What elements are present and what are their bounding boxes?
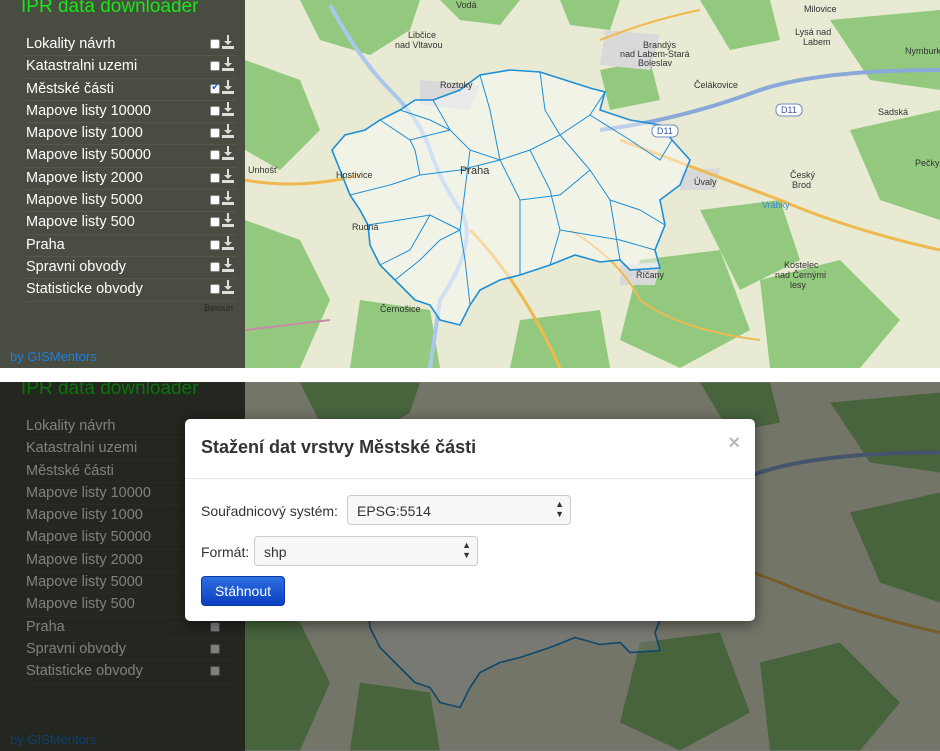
layer-item: Praha bbox=[26, 235, 236, 257]
select-arrows-icon: ▲ ▼ bbox=[462, 540, 471, 560]
svg-text:Hostivice: Hostivice bbox=[336, 170, 373, 180]
select-arrows-icon: ▲ ▼ bbox=[555, 499, 564, 519]
layer-label: Městské části bbox=[26, 80, 114, 97]
format-select-value: shp bbox=[264, 544, 287, 560]
download-icon[interactable] bbox=[222, 257, 234, 272]
layer-item: Mapove listy 2000 bbox=[26, 168, 236, 191]
layer-label: Mapove listy 1000 bbox=[26, 125, 143, 142]
download-icon[interactable] bbox=[222, 235, 234, 250]
layer-checkbox[interactable] bbox=[210, 195, 220, 206]
svg-text:Rudná: Rudná bbox=[352, 222, 379, 232]
credit-link[interactable]: by GISMentors bbox=[10, 349, 97, 364]
svg-text:Praha: Praha bbox=[460, 165, 490, 177]
layer-checkbox[interactable] bbox=[210, 150, 220, 161]
layer-label: Mapove listy 500 bbox=[26, 214, 135, 231]
svg-text:Vrábky: Vrábky bbox=[762, 200, 790, 210]
svg-text:Kostelec: Kostelec bbox=[784, 260, 819, 270]
svg-text:Unhošť: Unhošť bbox=[248, 165, 278, 175]
layer-label: Mapove listy 10000 bbox=[26, 102, 151, 119]
modal-title: Stažení dat vrstvy Městské části bbox=[201, 437, 477, 457]
layer-label: Katastralni uzemi bbox=[26, 58, 138, 75]
download-icon[interactable] bbox=[222, 35, 234, 49]
svg-text:Boleslav: Boleslav bbox=[638, 58, 673, 68]
modal-header: Stažení dat vrstvy Městské části × bbox=[185, 419, 755, 479]
layer-label: Lokality návrh bbox=[26, 36, 116, 52]
layer-checkbox[interactable] bbox=[210, 172, 220, 183]
layer-label: Spravni obvody bbox=[26, 258, 126, 275]
layer-item: Mapove listy 5000 bbox=[26, 190, 236, 213]
layer-checkbox[interactable] bbox=[210, 128, 220, 139]
svg-text:Labem: Labem bbox=[803, 37, 831, 47]
svg-text:lesy: lesy bbox=[790, 280, 807, 290]
layer-list: Lokality návrh Katastralni uzemi Městské… bbox=[26, 34, 236, 302]
layer-item: Katastralni uzemi bbox=[26, 56, 236, 79]
svg-text:Milovice: Milovice bbox=[804, 4, 837, 14]
layer-checkbox[interactable] bbox=[210, 39, 220, 49]
svg-text:Roztoky: Roztoky bbox=[440, 80, 473, 90]
svg-text:Lysá nad: Lysá nad bbox=[795, 27, 831, 37]
crs-select[interactable]: EPSG:5514 ▲ ▼ bbox=[347, 495, 571, 525]
svg-text:nad Vltavou: nad Vltavou bbox=[395, 40, 443, 50]
crs-label: Souřadnicový systém: bbox=[201, 503, 338, 519]
format-label: Formát: bbox=[201, 544, 250, 560]
svg-text:Černošice: Černošice bbox=[380, 304, 421, 314]
svg-text:Sadská: Sadská bbox=[878, 107, 908, 117]
svg-text:Český: Český bbox=[790, 170, 816, 180]
layer-item: Statisticke obvody bbox=[26, 279, 236, 302]
download-icon[interactable] bbox=[222, 101, 234, 116]
layer-item: Mapove listy 10000 bbox=[26, 101, 236, 124]
svg-text:Čelákovice: Čelákovice bbox=[694, 80, 738, 90]
svg-text:Úvaly: Úvaly bbox=[694, 177, 717, 187]
layer-label: Mapove listy 2000 bbox=[26, 169, 143, 186]
download-icon[interactable] bbox=[222, 79, 234, 94]
layer-item: Městské části bbox=[26, 79, 236, 101]
svg-text:Říčany: Říčany bbox=[636, 270, 665, 280]
layer-item: Mapove listy 50000 bbox=[26, 145, 236, 168]
layer-checkbox[interactable] bbox=[210, 261, 220, 272]
layer-checkbox[interactable] bbox=[210, 217, 220, 228]
svg-text:Vodá: Vodá bbox=[456, 0, 477, 10]
download-dialog-view: IPR data downloader Lokality návrh Katas… bbox=[0, 382, 940, 751]
svg-text:D11: D11 bbox=[657, 126, 673, 136]
layer-item: Mapove listy 1000 bbox=[26, 123, 236, 146]
layer-checkbox[interactable] bbox=[210, 61, 220, 72]
download-modal: Stažení dat vrstvy Městské části × Souřa… bbox=[185, 419, 755, 621]
download-icon[interactable] bbox=[222, 168, 234, 183]
layer-checkbox[interactable] bbox=[210, 284, 220, 295]
layer-checkbox[interactable] bbox=[210, 80, 220, 94]
svg-text:Nymburk: Nymburk bbox=[905, 46, 940, 56]
layer-label: Praha bbox=[26, 236, 65, 253]
svg-text:D11: D11 bbox=[781, 105, 797, 115]
sidebar: IPR data downloader Lokality návrh Katas… bbox=[0, 0, 245, 368]
download-icon[interactable] bbox=[222, 280, 234, 295]
frame-divider bbox=[0, 368, 940, 382]
layer-checkbox[interactable] bbox=[210, 239, 220, 250]
layer-label: Mapove listy 5000 bbox=[26, 192, 143, 209]
svg-text:Libčice: Libčice bbox=[408, 30, 436, 40]
layer-item: Lokality návrh bbox=[26, 34, 236, 57]
download-button[interactable]: Stáhnout bbox=[201, 576, 285, 606]
download-icon[interactable] bbox=[222, 57, 234, 72]
layer-label: Statisticke obvody bbox=[26, 281, 143, 298]
layer-checkbox[interactable] bbox=[210, 105, 220, 116]
svg-text:Brod: Brod bbox=[792, 180, 811, 190]
close-icon[interactable]: × bbox=[728, 432, 740, 455]
layer-item: Spravni obvody bbox=[26, 257, 236, 280]
download-icon[interactable] bbox=[222, 124, 234, 139]
format-select[interactable]: shp ▲ ▼ bbox=[254, 536, 478, 566]
download-icon[interactable] bbox=[222, 213, 234, 228]
svg-text:Pečky: Pečky bbox=[915, 158, 940, 168]
download-icon[interactable] bbox=[222, 191, 234, 206]
layer-label: Mapove listy 50000 bbox=[26, 147, 151, 164]
main-view: Vodá Libčice nad Vltavou Milovice Lysá n… bbox=[0, 0, 940, 368]
download-icon[interactable] bbox=[222, 146, 234, 161]
layer-item: Mapove listy 500 bbox=[26, 212, 236, 235]
svg-text:nad Černými: nad Černými bbox=[775, 270, 826, 280]
crs-select-value: EPSG:5514 bbox=[357, 503, 431, 519]
app-title: IPR data downloader bbox=[21, 0, 199, 17]
